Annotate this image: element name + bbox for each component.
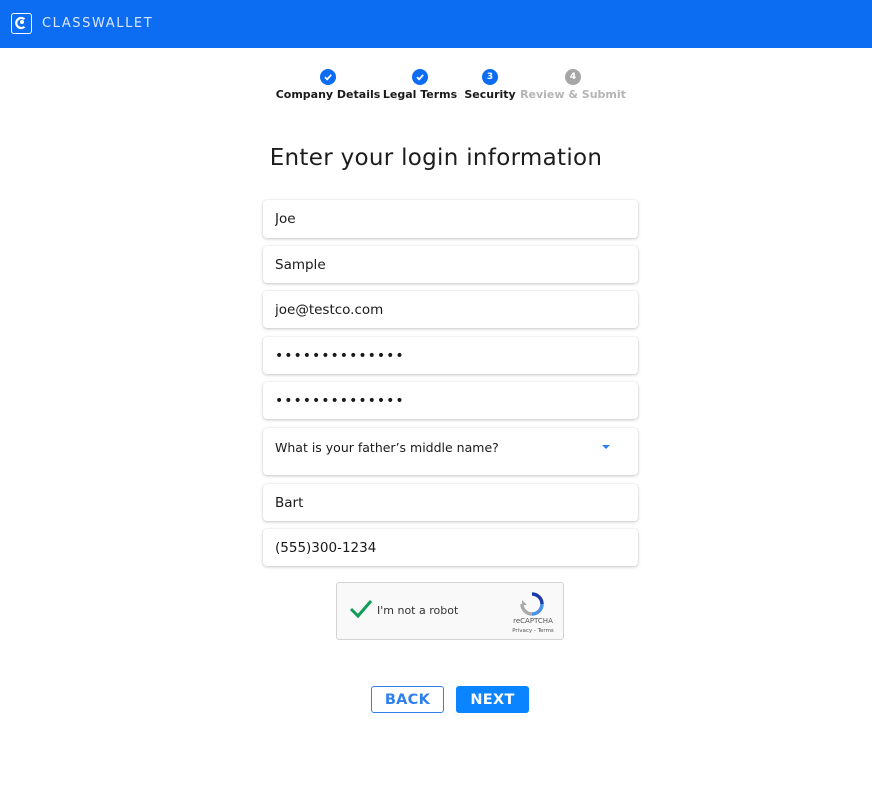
step-number-badge: 4 — [565, 69, 581, 85]
security-answer-input[interactable] — [263, 484, 638, 521]
phone-field — [263, 529, 638, 566]
confirm-password-input[interactable] — [263, 382, 638, 419]
recaptcha-widget: I'm not a robot reCAPTCHA Privacy - Term… — [336, 582, 564, 640]
step-review-submit: 4 Review & Submit — [520, 69, 626, 101]
step-label: Company Details — [275, 88, 381, 101]
brand-name[interactable]: CLASSWALLET — [42, 16, 153, 31]
email-field — [263, 291, 638, 328]
check-icon — [412, 69, 428, 85]
recaptcha-label: I'm not a robot — [377, 604, 459, 617]
step-label: Security — [464, 88, 516, 101]
back-button[interactable]: BACK — [371, 686, 444, 713]
email-input[interactable] — [263, 291, 638, 328]
top-bar: CLASSWALLET — [0, 0, 872, 48]
step-number-badge: 3 — [482, 69, 498, 85]
recaptcha-checkbox[interactable] — [349, 599, 373, 624]
recaptcha-brand: reCAPTCHA — [513, 617, 553, 625]
classwallet-logo-icon[interactable] — [11, 13, 32, 34]
step-legal-terms: Legal Terms — [383, 69, 457, 101]
step-label: Legal Terms — [382, 88, 458, 101]
step-label: Review & Submit — [520, 88, 626, 101]
confirm-password-field — [263, 382, 638, 419]
last-name-input[interactable] — [263, 246, 638, 283]
password-field — [263, 337, 638, 374]
check-icon — [320, 69, 336, 85]
first-name-field — [263, 200, 638, 238]
step-security: 3 Security — [464, 69, 516, 101]
dropdown-caret-icon[interactable] — [602, 445, 610, 449]
page-title: Enter your login information — [269, 145, 603, 171]
password-input[interactable] — [263, 337, 638, 374]
recaptcha-links[interactable]: Privacy - Terms — [497, 628, 569, 634]
security-question-value: What is your father’s middle name? — [275, 440, 499, 455]
next-button[interactable]: NEXT — [456, 686, 529, 713]
step-company-details: Company Details — [276, 69, 380, 101]
phone-input[interactable] — [263, 529, 638, 566]
first-name-input[interactable] — [263, 200, 638, 238]
last-name-field — [263, 246, 638, 283]
security-question-select[interactable]: What is your father’s middle name? — [263, 428, 638, 475]
progress-stepper: Company Details Legal Terms 3 Security 4… — [0, 69, 872, 101]
security-answer-field — [263, 484, 638, 521]
checkmark-icon — [349, 600, 373, 619]
